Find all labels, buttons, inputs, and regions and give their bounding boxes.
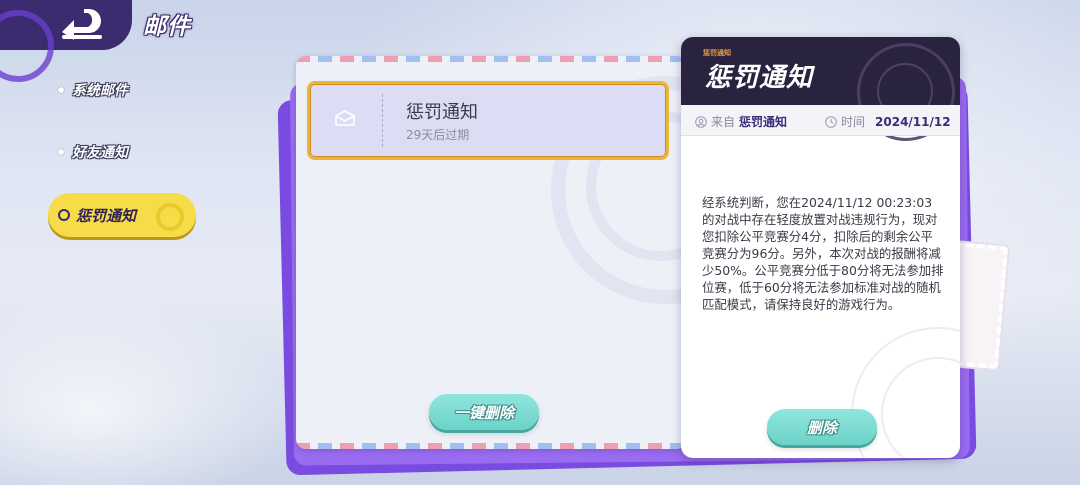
- bullet-icon: [58, 87, 64, 93]
- item-divider: [382, 94, 383, 147]
- sidebar-item-penalty-notice[interactable]: 惩罚通知: [48, 193, 196, 237]
- mail-list-panel: 惩罚通知 29天后过期 一键删除: [296, 56, 686, 449]
- active-bullet-icon: [58, 209, 70, 221]
- back-arrow-icon: [62, 9, 102, 40]
- mail-body: 经系统判断，您在2024/11/12 00:23:03的对战中存在轻度放置对战违…: [702, 195, 944, 312]
- delete-all-button[interactable]: 一键删除: [429, 394, 539, 430]
- delete-all-label: 一键删除: [453, 403, 514, 422]
- detail-meta-row: 来自 惩罚通知 时间 2024/11/12: [681, 105, 960, 136]
- clock-icon: [825, 115, 837, 128]
- bullet-icon: [58, 149, 64, 155]
- sidebar-item-friend-notice[interactable]: 好友通知: [58, 142, 128, 162]
- header-swirl: [0, 10, 54, 82]
- user-icon: [695, 115, 707, 128]
- mail-subject: 惩罚通知: [406, 102, 478, 123]
- sidebar-item-label: 好友通知: [72, 145, 128, 161]
- detail-title: 惩罚通知: [705, 63, 814, 93]
- meta-from: 来自 惩罚通知: [695, 113, 787, 130]
- page-title: 邮件: [143, 14, 191, 40]
- time-key: 时间: [841, 115, 866, 129]
- sidebar-item-label: 惩罚通知: [76, 206, 137, 225]
- time-value: 2024/11/12: [875, 114, 951, 129]
- mail-expire: 29天后过期: [406, 128, 470, 142]
- envelope-icon: [335, 110, 355, 126]
- delete-button[interactable]: 删除: [767, 409, 877, 445]
- sidebar-item-label: 系统邮件: [72, 83, 128, 99]
- from-value: 惩罚通知: [739, 115, 788, 129]
- sidebar-item-system-mail[interactable]: 系统邮件: [58, 80, 128, 100]
- airmail-border-top: [296, 56, 686, 62]
- from-key: 来自: [711, 115, 736, 129]
- header-tab: [0, 0, 132, 82]
- airmail-border-bottom: [296, 443, 686, 449]
- detail-header: 惩罚通知 惩罚通知: [681, 37, 960, 141]
- back-button[interactable]: [58, 8, 108, 42]
- mail-detail-panel: 惩罚通知 惩罚通知 来自 惩罚通知 时间 2024/11/12 经系统判断，您在…: [681, 37, 960, 458]
- meta-time: 时间 2024/11/12: [825, 113, 951, 130]
- ring-decoration: [156, 203, 184, 231]
- background-haze: [0, 300, 300, 485]
- delete-label: 删除: [806, 418, 837, 437]
- mail-list-item[interactable]: 惩罚通知 29天后过期: [307, 81, 669, 160]
